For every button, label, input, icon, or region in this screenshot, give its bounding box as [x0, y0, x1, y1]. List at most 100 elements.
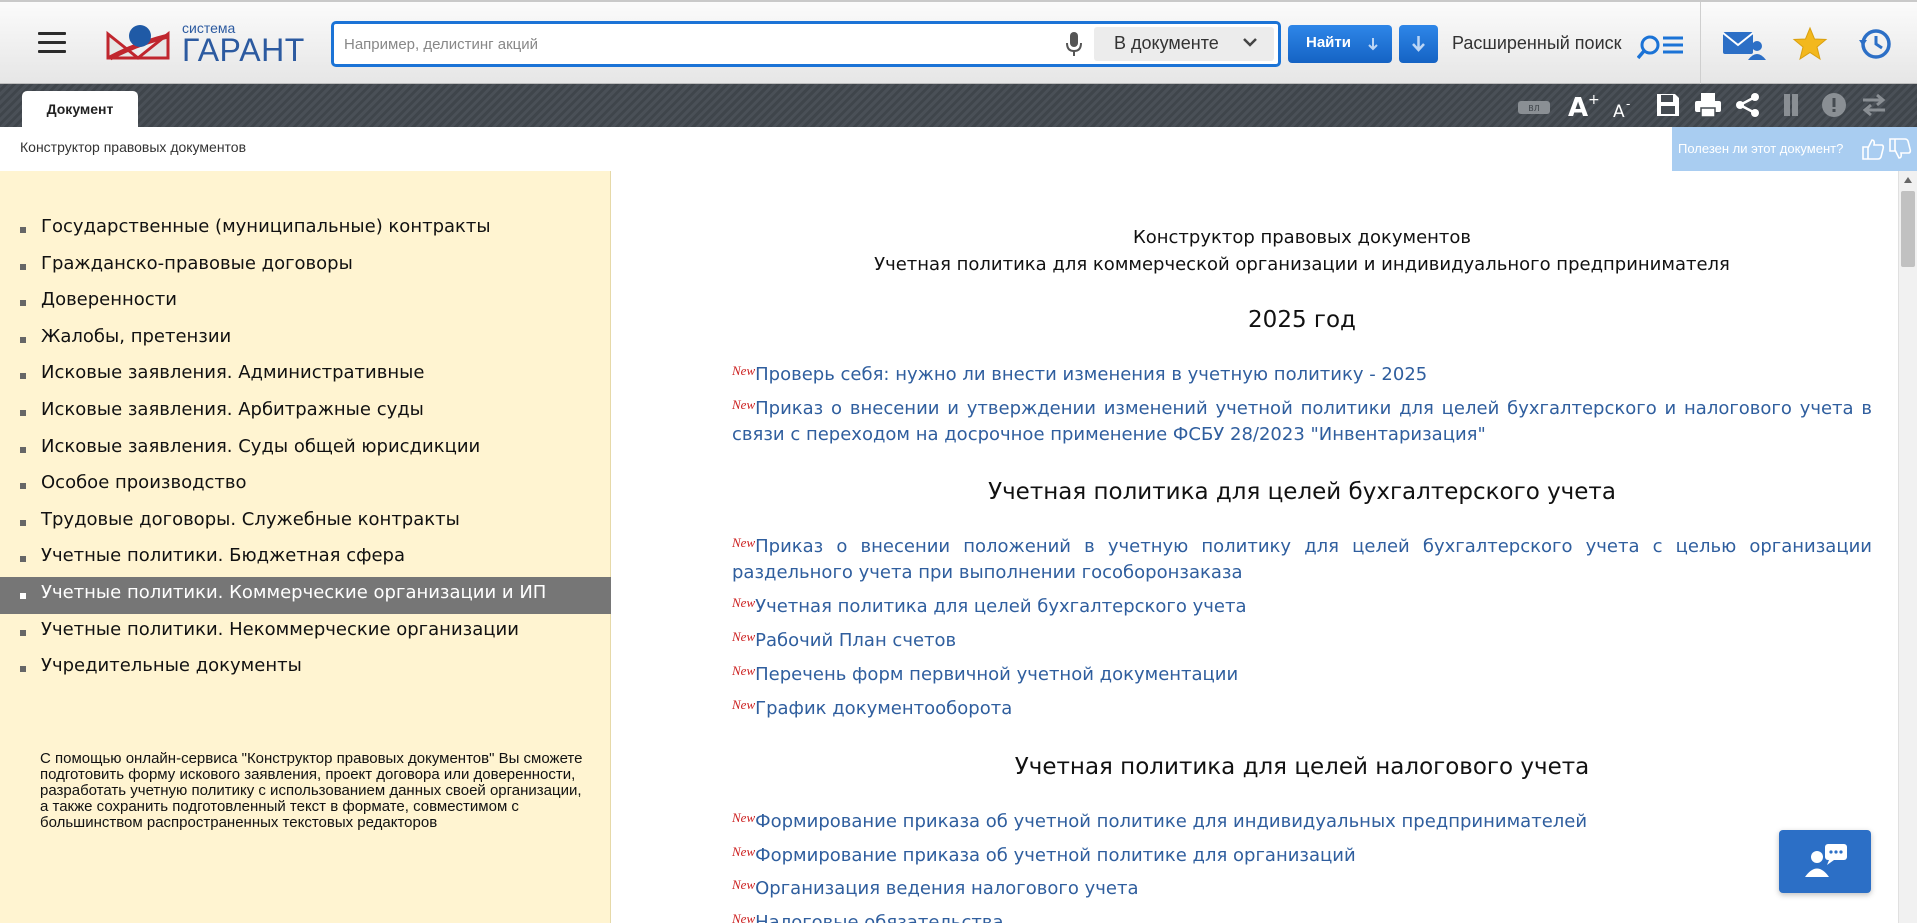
search-box: В документе: [331, 21, 1281, 67]
svg-text:+: +: [1588, 92, 1600, 108]
search-scope-select[interactable]: В документе: [1094, 27, 1274, 61]
section-heading-accounting: Учетная политика для целей бухгалтерског…: [988, 479, 1616, 505]
print-icon[interactable]: [1694, 92, 1722, 118]
new-badge: New: [732, 697, 756, 712]
chevron-down-icon: [1243, 38, 1257, 47]
new-badge: New: [732, 810, 756, 825]
font-decrease-icon[interactable]: A -: [1612, 98, 1638, 120]
sidebar-item-labor-contracts[interactable]: Трудовые договоры. Служебные контракты: [0, 504, 611, 541]
sidebar-item-government-contracts[interactable]: Государственные (муниципальные) контракт…: [0, 211, 611, 248]
new-badge: New: [732, 844, 756, 859]
doc-link[interactable]: NewПриказ о внесении и утверждении измен…: [732, 396, 1872, 448]
support-chat-button[interactable]: [1779, 830, 1871, 893]
svg-text:A: A: [1613, 102, 1625, 120]
scroll-up-icon[interactable]: [1904, 177, 1912, 183]
sidebar-item-civil-contracts[interactable]: Гражданско-правовые договоры: [0, 248, 611, 285]
new-badge: New: [732, 911, 756, 923]
doc-link-text: Проверь себя: нужно ли внести изменения …: [755, 364, 1428, 385]
breadcrumb-row: Конструктор правовых документов Полезен …: [0, 127, 1917, 171]
search-options-button[interactable]: [1399, 25, 1438, 63]
header-divider: [1700, 2, 1701, 84]
sidebar-item-policies-budget[interactable]: Учетные политики. Бюджетная сфера: [0, 540, 611, 577]
sidebar-item-claims-administrative[interactable]: Исковые заявления. Административные: [0, 357, 611, 394]
doc-link[interactable]: NewОрганизация ведения налогового учета: [732, 876, 1872, 902]
doc-link[interactable]: NewФормирование приказа об учетной полит…: [732, 843, 1872, 869]
sidebar-item-complaints[interactable]: Жалобы, претензии: [0, 321, 611, 358]
sidebar-item-policies-commercial[interactable]: Учетные политики. Коммерческие организац…: [0, 576, 611, 614]
doc-link[interactable]: NewПроверь себя: нужно ли внести изменен…: [732, 362, 1872, 388]
find-button[interactable]: Найти: [1288, 25, 1392, 63]
star-icon[interactable]: [1792, 26, 1828, 62]
chat-support-icon: [1805, 844, 1847, 877]
new-badge: New: [732, 877, 756, 892]
thumbs-up-icon[interactable]: [1861, 137, 1885, 161]
breadcrumb: Конструктор правовых документов: [20, 139, 247, 155]
history-icon[interactable]: [1857, 26, 1893, 62]
svg-text:-: -: [1626, 98, 1630, 111]
bookmark-icon[interactable]: [1782, 92, 1802, 118]
feedback-label: Полезен ли этот документ?: [1678, 141, 1844, 156]
doc-link[interactable]: NewПриказ о внесении положений в учетную…: [732, 534, 1872, 586]
scroll-thumb[interactable]: [1901, 191, 1915, 267]
new-badge: New: [732, 397, 756, 412]
logo-title: ГАРАНТ: [182, 32, 305, 68]
sidebar-item-founding-documents[interactable]: Учредительные документы: [0, 650, 611, 687]
doc-link[interactable]: NewПеречень форм первичной учетной докум…: [732, 662, 1872, 688]
alert-icon[interactable]: [1821, 92, 1847, 118]
compare-arrows-icon[interactable]: [1859, 92, 1889, 118]
doc-link[interactable]: NewНалоговые обязательства: [732, 910, 1872, 923]
arrow-down-icon: [1368, 38, 1378, 51]
section-heading-tax: Учетная политика для целей налогового уч…: [1014, 754, 1590, 780]
doc-link-text: Рабочий План счетов: [755, 630, 957, 651]
sidebar-item-powers-of-attorney[interactable]: Доверенности: [0, 284, 611, 321]
doc-link-text: Налоговые обязательства: [755, 912, 1004, 923]
tab-document[interactable]: Документ: [22, 91, 138, 127]
doc-link-text: Формирование приказа об учетной политике…: [755, 811, 1588, 832]
share-icon[interactable]: [1735, 92, 1761, 118]
document-subtitle: Учетная политика для коммерческой органи…: [874, 254, 1730, 275]
doc-link[interactable]: NewФормирование приказа об учетной полит…: [732, 809, 1872, 835]
search-input[interactable]: [344, 32, 1044, 56]
find-button-label: Найти: [1306, 34, 1351, 51]
new-badge: New: [732, 363, 756, 378]
new-badge: New: [732, 629, 756, 644]
microphone-icon[interactable]: [1064, 30, 1084, 58]
doc-link-text: Организация ведения налогового учета: [755, 878, 1139, 899]
doc-link[interactable]: NewУчетная политика для целей бухгалтерс…: [732, 594, 1872, 620]
new-badge: New: [732, 595, 756, 610]
doc-link-text: Формирование приказа об учетной политике…: [755, 845, 1356, 866]
garant-logo[interactable]: система ГАРАНТ: [106, 18, 306, 68]
svg-text:ВЛ: ВЛ: [1528, 104, 1540, 113]
save-icon[interactable]: [1655, 92, 1681, 118]
thumbs-down-icon[interactable]: [1888, 137, 1912, 161]
category-list: Государственные (муниципальные) контракт…: [0, 211, 611, 687]
low-vision-icon[interactable]: ВЛ: [1517, 98, 1551, 116]
top-header: система ГАРАНТ В документе Найти Расшире…: [0, 0, 1917, 84]
doc-link-text: Приказ о внесении и утверждении изменени…: [732, 398, 1872, 445]
sidebar-item-policies-noncommercial[interactable]: Учетные политики. Некоммерческие организ…: [0, 614, 611, 651]
download-icon: [1412, 36, 1425, 52]
new-badge: New: [732, 535, 756, 550]
section-heading-year: 2025 год: [1248, 307, 1356, 333]
doc-link-text: График документооборота: [755, 698, 1013, 719]
document-scrollbar[interactable]: [1898, 171, 1917, 923]
category-sidebar: Государственные (муниципальные) контракт…: [0, 171, 611, 923]
sidebar-item-claims-general[interactable]: Исковые заявления. Суды общей юрисдикции: [0, 431, 611, 468]
document-toolbar: Документ ВЛ A + A -: [0, 84, 1917, 127]
doc-link[interactable]: NewГрафик документооборота: [732, 696, 1872, 722]
advanced-search-icon[interactable]: [1637, 30, 1685, 60]
feedback-panel: Полезен ли этот документ?: [1672, 127, 1917, 171]
doc-link[interactable]: NewРабочий План счетов: [732, 628, 1872, 654]
search-scope-label: В документе: [1114, 33, 1219, 53]
mail-contact-icon[interactable]: [1721, 26, 1767, 62]
document-content: Конструктор правовых документов Учетная …: [612, 171, 1898, 923]
doc-link-text: Перечень форм первичной учетной документ…: [755, 664, 1239, 685]
new-badge: New: [732, 663, 756, 678]
sidebar-item-claims-arbitration[interactable]: Исковые заявления. Арбитражные суды: [0, 394, 611, 431]
svg-text:A: A: [1568, 93, 1588, 120]
doc-link-text: Приказ о внесении положений в учетную по…: [732, 536, 1872, 583]
advanced-search-link[interactable]: Расширенный поиск: [1452, 33, 1622, 54]
sidebar-item-special-proceedings[interactable]: Особое производство: [0, 467, 611, 504]
font-increase-icon[interactable]: A +: [1567, 92, 1601, 120]
menu-icon[interactable]: [38, 32, 66, 54]
